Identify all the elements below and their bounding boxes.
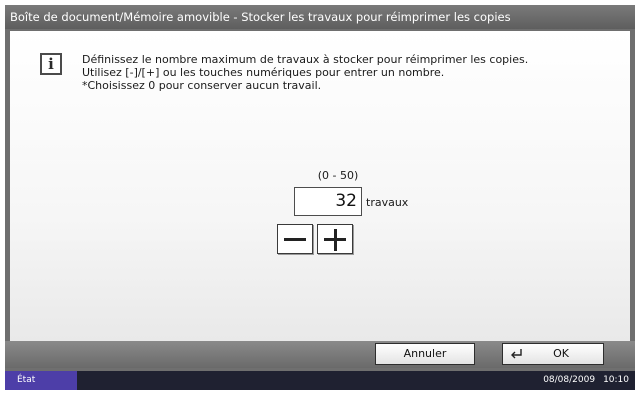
increment-button[interactable]	[317, 224, 353, 254]
plus-icon	[324, 229, 346, 251]
ok-button[interactable]: OK	[502, 343, 604, 365]
message-line: *Choisissez 0 pour conserver aucun trava…	[82, 79, 322, 92]
decrement-button[interactable]	[277, 224, 313, 254]
status-bar: État 08/08/2009 10:10	[5, 371, 635, 390]
date-label: 08/08/2009	[543, 375, 596, 385]
device-screen: Boîte de document/Mémoire amovible - Sto…	[5, 5, 635, 390]
job-count-field[interactable]: 32	[294, 187, 362, 216]
info-icon: i	[40, 53, 62, 75]
main-panel: i Définissez le nombre maximum de travau…	[10, 31, 630, 341]
instruction-message: Définissez le nombre maximum de travaux …	[82, 53, 602, 92]
message-line: Définissez le nombre maximum de travaux …	[82, 53, 529, 66]
time-label: 10:10	[603, 375, 629, 385]
unit-label: travaux	[366, 196, 409, 209]
range-label: (0 - 50)	[317, 169, 359, 182]
page-title: Boîte de document/Mémoire amovible - Sto…	[5, 5, 635, 29]
status-button[interactable]: État	[5, 371, 77, 390]
enter-icon	[511, 349, 522, 359]
message-line: Utilisez [-]/[+] ou les touches numériqu…	[82, 66, 445, 79]
ok-label: OK	[553, 347, 569, 360]
cancel-button[interactable]: Annuler	[375, 343, 475, 365]
minus-icon	[284, 238, 306, 241]
datetime: 08/08/2009 10:10	[543, 371, 629, 390]
